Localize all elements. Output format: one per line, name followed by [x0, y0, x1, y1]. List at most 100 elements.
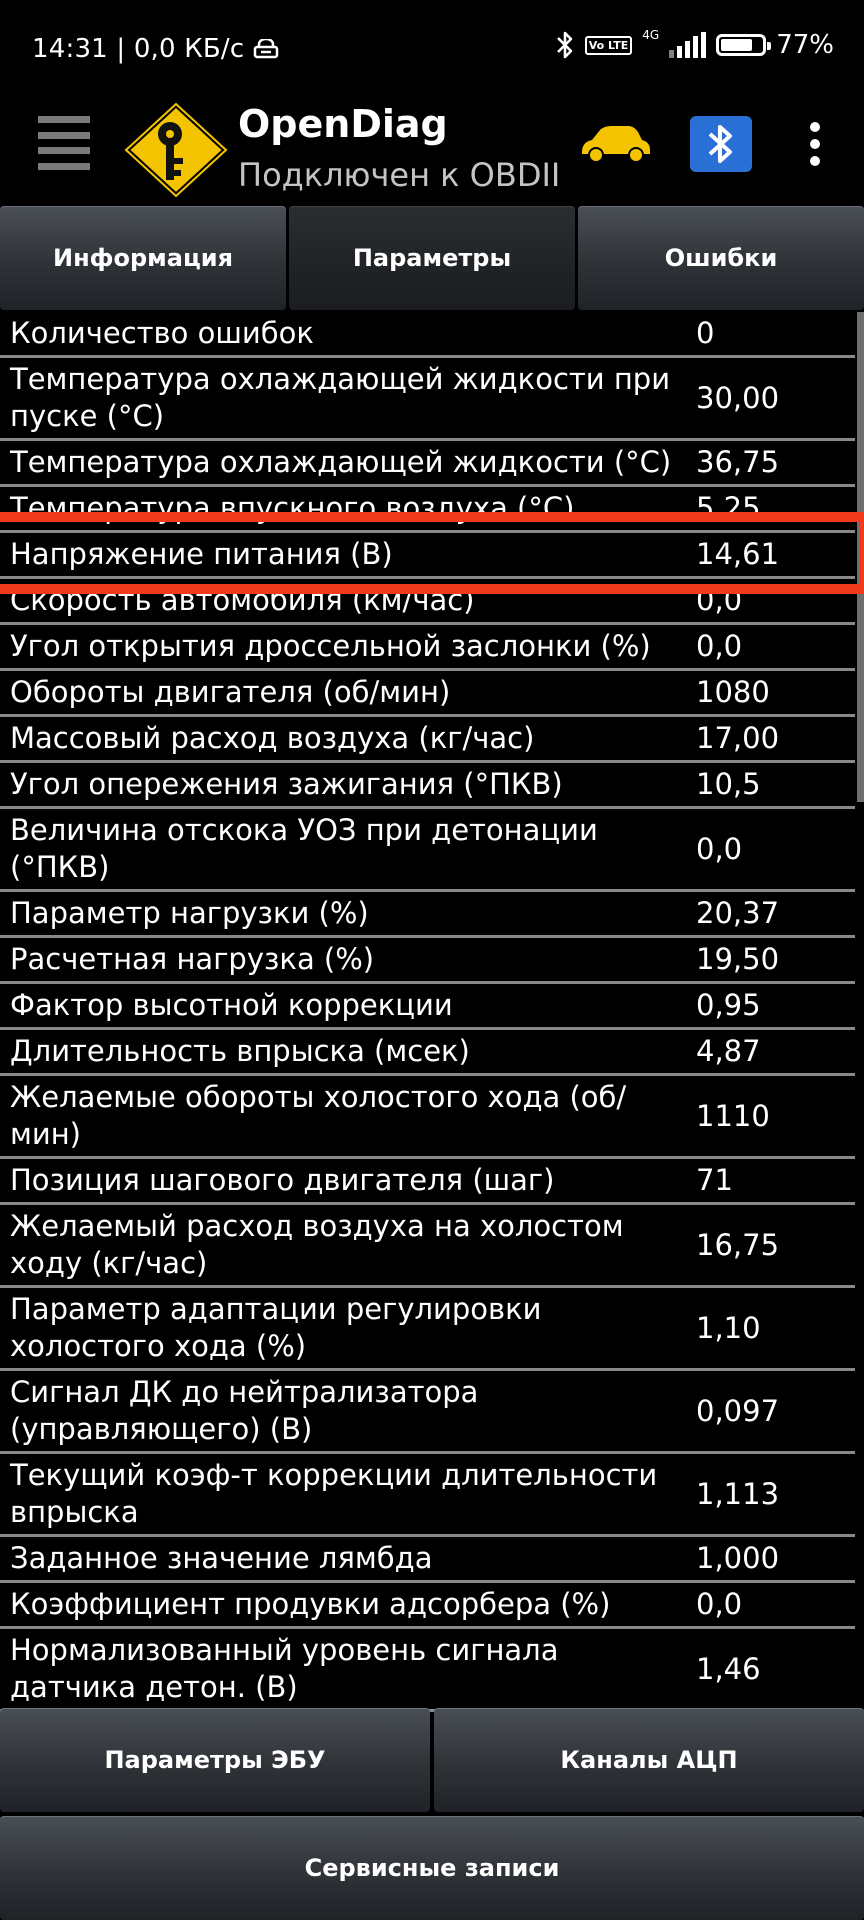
param-row[interactable]: Расчетная нагрузка (%) 19,50: [0, 938, 855, 984]
param-row[interactable]: Желаемые обороты холостого хода (об/мин)…: [0, 1076, 855, 1159]
param-label: Желаемые обороты холостого хода (об/мин): [10, 1080, 627, 1151]
param-row[interactable]: Позиция шагового двигателя (шаг) 71: [0, 1159, 855, 1205]
param-row[interactable]: Фактор высотной коррекции 0,95: [0, 984, 855, 1030]
param-value: 1,46: [696, 1651, 761, 1686]
param-value: 0,0: [696, 629, 743, 663]
param-row[interactable]: Длительность впрыска (мсек) 4,87: [0, 1030, 855, 1076]
app-bar: OpenDiag Подключен к OBDII: [0, 100, 864, 205]
param-value: 5,25: [696, 491, 761, 525]
param-value: 0,95: [696, 988, 761, 1022]
status-time-network: 14:31 | 0,0 КБ/с: [32, 34, 245, 64]
param-label: Угол опережения зажигания (°ПКВ): [10, 767, 563, 801]
param-row[interactable]: Обороты двигателя (об/мин) 1080: [0, 671, 855, 717]
param-row[interactable]: Параметр нагрузки (%) 20,37: [0, 892, 855, 938]
param-value: 30,00: [696, 380, 780, 415]
service-records-button[interactable]: Сервисные записи: [0, 1816, 864, 1920]
param-label: Расчетная нагрузка (%): [10, 942, 375, 976]
volte-icon: Vo LTE: [584, 35, 633, 55]
param-value: 1080: [696, 675, 770, 709]
param-row[interactable]: Напряжение питания (В) 14,61: [0, 533, 855, 579]
param-label: Угол открытия дроссельной заслонки (%): [10, 629, 651, 663]
menu-icon[interactable]: [38, 116, 90, 170]
param-row[interactable]: Коэффициент продувки адсорбера (%) 0,0: [0, 1583, 855, 1629]
data-saver-icon: [254, 39, 279, 59]
param-row[interactable]: Желаемый расход воздуха на холостом ходу…: [0, 1205, 855, 1288]
connection-status: Подключен к OBDII: [238, 156, 561, 194]
ecu-params-button[interactable]: Параметры ЭБУ: [0, 1708, 430, 1812]
param-row[interactable]: Температура охлаждающей жидкости (°C) 36,…: [0, 441, 855, 487]
param-value: 0: [696, 316, 715, 350]
tab-bar: Информация Параметры Ошибки: [0, 206, 864, 310]
battery-percent: 77%: [776, 30, 834, 60]
param-row[interactable]: Температура охлаждающей жидкости при пус…: [0, 358, 855, 441]
param-row[interactable]: Сигнал ДК до нейтрализатора (управляющег…: [0, 1371, 855, 1454]
param-row[interactable]: Угол опережения зажигания (°ПКВ) 10,5: [0, 763, 855, 809]
param-value: 36,75: [696, 445, 780, 479]
param-value: 0,0: [696, 1587, 743, 1621]
param-label: Заданное значение лямбда: [10, 1541, 433, 1575]
param-label: Количество ошибок: [10, 316, 314, 350]
param-label: Скорость автомобиля (км/час): [10, 583, 475, 617]
param-value: 17,00: [696, 721, 780, 755]
param-label: Желаемый расход воздуха на холостом ходу…: [10, 1209, 624, 1280]
param-row[interactable]: Количество ошибок 0: [0, 312, 855, 358]
param-row[interactable]: Текущий коэф-т коррекции длительности вп…: [0, 1454, 855, 1537]
parameter-list[interactable]: Количество ошибок 0 Температура охлаждающе…: [0, 312, 855, 1712]
param-value: 0,0: [696, 583, 743, 617]
param-label: Сигнал ДК до нейтрализатора (управляющег…: [10, 1375, 479, 1446]
param-label: Величина отскока УОЗ при детонации (°ПКВ…: [10, 813, 598, 884]
status-left: 14:31 | 0,0 КБ/с: [32, 34, 280, 64]
param-label: Длительность впрыска (мсек): [10, 1034, 470, 1068]
param-row[interactable]: Массовый расход воздуха (кг/час) 17,00: [0, 717, 855, 763]
param-label: Позиция шагового двигателя (шаг): [10, 1163, 555, 1197]
param-label: Обороты двигателя (об/мин): [10, 675, 451, 709]
tab-information[interactable]: Информация: [0, 206, 286, 310]
status-bar: 14:31 | 0,0 КБ/с Vo LTE 4G 77%: [0, 0, 864, 100]
param-label: Нормализованный уровень сигнала датчика …: [10, 1633, 559, 1704]
param-label: Температура охлаждающей жидкости (°C): [10, 445, 672, 479]
param-value: 1110: [696, 1098, 770, 1133]
param-row[interactable]: Заданное значение лямбда 1,000: [0, 1537, 855, 1583]
tab-errors[interactable]: Ошибки: [578, 206, 864, 310]
signal-icon: [669, 32, 707, 58]
scrollbar[interactable]: [857, 312, 864, 802]
param-value: 1,000: [696, 1541, 780, 1575]
battery-fill: [721, 39, 753, 51]
bluetooth-glyph-icon: [708, 125, 732, 163]
param-value: 0,0: [696, 831, 743, 866]
param-value: 20,37: [696, 896, 780, 930]
app-title: OpenDiag: [238, 102, 448, 146]
param-row[interactable]: Скорость автомобиля (км/час) 0,0: [0, 579, 855, 625]
bluetooth-status-icon: [556, 31, 573, 59]
param-label: Температура впускного воздуха (°C): [10, 491, 575, 525]
param-label: Фактор высотной коррекции: [10, 988, 453, 1022]
param-value: 0,097: [696, 1393, 780, 1428]
param-row[interactable]: Параметр адаптации регулировки холостого…: [0, 1288, 855, 1371]
param-label: Коэффициент продувки адсорбера (%): [10, 1587, 611, 1621]
status-right: Vo LTE 4G 77%: [555, 28, 834, 60]
param-value: 71: [696, 1163, 733, 1197]
param-row[interactable]: Нормализованный уровень сигнала датчика …: [0, 1629, 855, 1712]
param-label: Параметр адаптации регулировки холостого…: [10, 1292, 542, 1363]
param-value: 19,50: [696, 942, 780, 976]
param-value: 14,61: [696, 537, 780, 571]
adc-channels-button[interactable]: Каналы АЦП: [434, 1708, 864, 1812]
param-value: 1,113: [696, 1476, 780, 1511]
param-value: 1,10: [696, 1310, 761, 1345]
param-label: Массовый расход воздуха (кг/час): [10, 721, 535, 755]
car-icon[interactable]: [578, 124, 652, 164]
param-value: 16,75: [696, 1227, 780, 1262]
more-options-icon[interactable]: [808, 122, 822, 166]
param-row[interactable]: Величина отскока УОЗ при детонации (°ПКВ…: [0, 809, 855, 892]
param-value: 4,87: [696, 1034, 761, 1068]
battery-icon: [716, 34, 772, 56]
tab-parameters[interactable]: Параметры: [289, 206, 575, 310]
param-label: Текущий коэф-т коррекции длительности вп…: [10, 1458, 658, 1529]
app-logo-icon: [121, 100, 231, 200]
param-label: Напряжение питания (В): [10, 537, 393, 571]
bluetooth-icon[interactable]: [690, 116, 752, 172]
param-row[interactable]: Температура впускного воздуха (°C) 5,25: [0, 487, 855, 533]
network-type: 4G: [642, 28, 660, 42]
param-value: 10,5: [696, 767, 761, 801]
param-row[interactable]: Угол открытия дроссельной заслонки (%) 0,…: [0, 625, 855, 671]
